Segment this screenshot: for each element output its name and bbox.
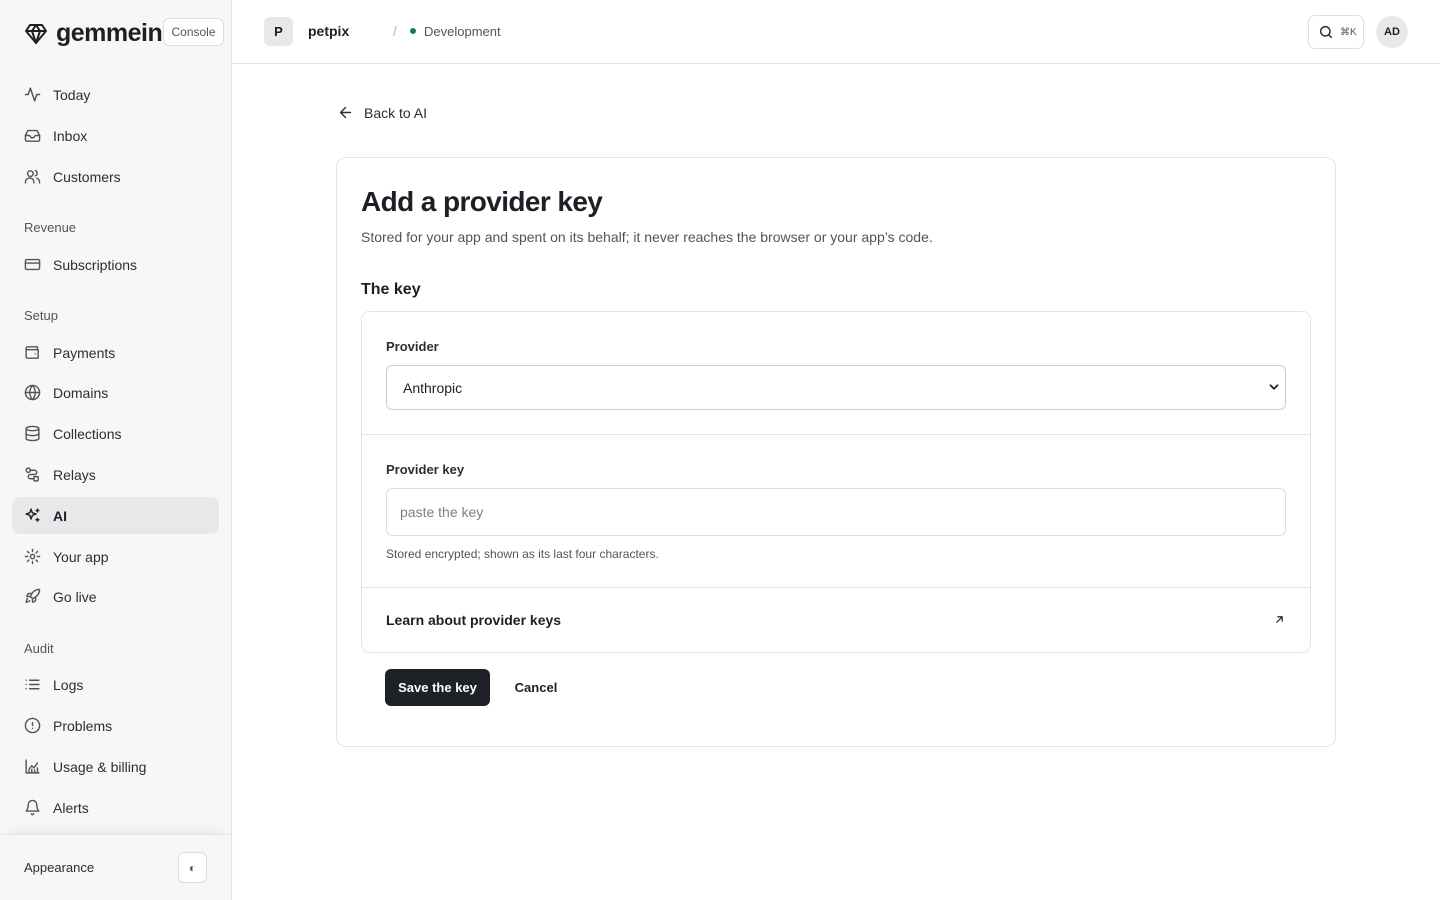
appearance-toggle-button[interactable]: ◐ <box>178 852 207 883</box>
section-label-audit: Audit <box>24 641 54 656</box>
sidebar-item-label: Collections <box>53 425 122 442</box>
external-link-icon <box>1276 616 1283 623</box>
sidebar-item-inbox[interactable]: Inbox <box>12 117 219 154</box>
sidebar: gemmein Console Today Inbox Customers Re… <box>0 0 232 900</box>
search-icon <box>1319 25 1333 39</box>
gem-icon <box>25 23 47 44</box>
environment-switcher[interactable]: Development <box>424 24 501 39</box>
sidebar-item-ai[interactable]: AI <box>12 497 219 534</box>
activity-icon <box>24 87 41 102</box>
sidebar-item-label: Logs <box>53 676 84 693</box>
bell-icon <box>25 799 40 816</box>
project-switcher[interactable]: petpix <box>308 23 349 39</box>
save-key-button[interactable]: Save the key <box>385 669 490 706</box>
sidebar-item-label: Domains <box>53 384 109 401</box>
arrow-left-icon <box>339 106 352 119</box>
page-title: Add a provider key <box>361 186 603 217</box>
sidebar-item-usage-billing[interactable]: Usage & billing <box>12 748 219 785</box>
credit-card-icon <box>24 258 41 271</box>
sidebar-item-go-live[interactable]: Go live <box>12 578 219 615</box>
appearance-label: Appearance <box>24 860 95 875</box>
provider-key-card: Add a provider key Stored for your app a… <box>336 157 1336 747</box>
sidebar-item-label: Inbox <box>53 127 88 144</box>
section-label-revenue: Revenue <box>24 220 77 235</box>
inbox-icon <box>24 129 41 142</box>
sidebar-item-label: Today <box>53 86 91 103</box>
sidebar-item-domains[interactable]: Domains <box>12 374 219 411</box>
alert-circle-icon <box>24 717 41 734</box>
sidebar-item-collections[interactable]: Collections <box>12 415 219 452</box>
section-label-setup: Setup <box>24 308 58 323</box>
sidebar-item-customers[interactable]: Customers <box>12 158 219 195</box>
cancel-button[interactable]: Cancel <box>503 669 569 706</box>
back-link[interactable]: Back to AI <box>337 104 427 121</box>
user-avatar[interactable]: AD <box>1376 16 1408 48</box>
sidebar-item-today[interactable]: Today <box>12 76 219 113</box>
provider-key-label: Provider key <box>386 462 465 477</box>
list-icon <box>25 679 40 690</box>
provider-key-input[interactable] <box>386 488 1286 536</box>
key-form: Provider Anthropic Provider key Stored e… <box>361 311 1311 653</box>
learn-about-provider-keys-link[interactable]: Learn about provider keys <box>362 588 1310 652</box>
sidebar-item-label: Payments <box>53 344 116 361</box>
sidebar-item-label: Subscriptions <box>53 256 138 273</box>
rocket-icon <box>25 588 41 603</box>
users-icon <box>24 169 41 184</box>
globe-icon <box>24 384 41 401</box>
sidebar-item-label: Usage & billing <box>53 758 147 775</box>
contrast-icon: ◐ <box>188 860 197 875</box>
sidebar-item-label: Problems <box>53 717 113 734</box>
sidebar-item-your-app[interactable]: Your app <box>12 538 219 575</box>
sidebar-footer: Appearance ◐ <box>0 834 231 900</box>
sidebar-item-label: Relays <box>53 466 96 483</box>
topbar: P petpix / Development ⌘K AD <box>232 0 1440 64</box>
sidebar-item-label: AI <box>53 507 67 524</box>
provider-key-help: Stored encrypted; shown as its last four… <box>386 547 659 561</box>
sidebar-item-label: Your app <box>53 548 109 565</box>
gear-icon <box>24 548 41 565</box>
divider <box>362 434 1310 435</box>
environment-status-dot <box>410 28 416 34</box>
sidebar-item-logs[interactable]: Logs <box>12 666 219 703</box>
provider-select-value: Anthropic <box>403 379 463 396</box>
brand-name: gemmein <box>56 19 163 47</box>
wallet-icon <box>25 346 39 359</box>
provider-select[interactable]: Anthropic <box>386 365 1286 410</box>
sidebar-item-label: Go live <box>53 588 97 605</box>
sparkles-icon <box>25 508 40 522</box>
sidebar-item-subscriptions[interactable]: Subscriptions <box>12 246 219 283</box>
sidebar-item-payments[interactable]: Payments <box>12 334 219 371</box>
route-icon <box>25 467 39 482</box>
brand[interactable]: gemmein <box>24 19 163 48</box>
learn-link-label: Learn about provider keys <box>386 612 562 628</box>
provider-label: Provider <box>386 339 439 354</box>
sidebar-item-label: Customers <box>53 168 121 185</box>
project-avatar[interactable]: P <box>264 17 293 46</box>
search-shortcut: ⌘K <box>1340 26 1357 38</box>
sidebar-item-label: Alerts <box>53 799 89 816</box>
breadcrumb-separator: / <box>393 23 397 39</box>
back-link-label: Back to AI <box>364 104 428 121</box>
sidebar-item-alerts[interactable]: Alerts <box>12 789 219 826</box>
console-badge: Console <box>163 18 224 46</box>
sidebar-item-problems[interactable]: Problems <box>12 707 219 744</box>
chevron-down-icon <box>1269 384 1279 390</box>
section-title: The key <box>361 281 421 298</box>
chart-icon <box>25 759 40 774</box>
page-subtitle: Stored for your app and spent on its beh… <box>361 229 933 245</box>
search-button[interactable]: ⌘K <box>1308 15 1364 49</box>
sidebar-item-relays[interactable]: Relays <box>12 456 219 493</box>
database-icon <box>25 425 40 442</box>
